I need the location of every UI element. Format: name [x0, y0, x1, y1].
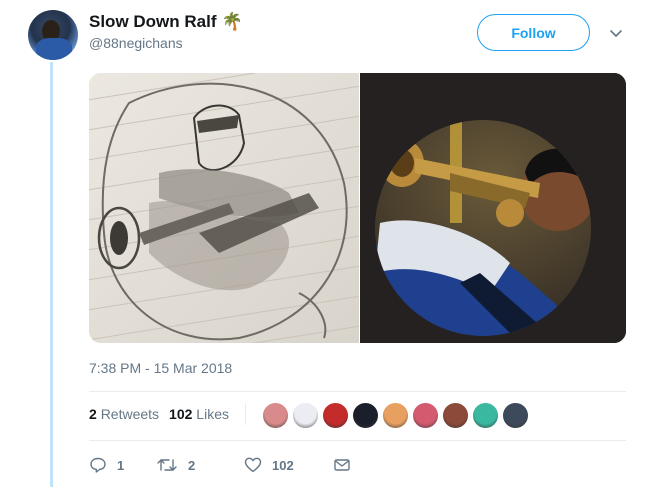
- likes-label: Likes: [196, 406, 229, 422]
- display-name-text: Slow Down Ralf: [89, 12, 217, 31]
- trumpet-player-illustration: [359, 73, 626, 343]
- direct-message-button[interactable]: [333, 456, 351, 474]
- liker-avatar-2[interactable]: [292, 402, 319, 429]
- reply-button[interactable]: 1: [89, 456, 156, 474]
- sketch-illustration: [89, 73, 359, 343]
- likes-stat[interactable]: 102 Likes: [169, 406, 229, 425]
- likes-count: 102: [169, 406, 193, 422]
- user-handle[interactable]: @88negichans: [89, 35, 243, 51]
- liker-avatar-3[interactable]: [322, 402, 349, 429]
- tweet-stats: 2 Retweets 102 Likes: [89, 403, 250, 425]
- reply-count: 1: [117, 457, 125, 473]
- likers-avatars: [262, 402, 529, 429]
- liker-avatar-5[interactable]: [382, 402, 409, 429]
- like-count: 102: [272, 457, 294, 473]
- media-grid: [89, 73, 626, 343]
- liker-avatar-4[interactable]: [352, 402, 379, 429]
- stats-separator: [244, 403, 246, 425]
- retweet-button[interactable]: 2: [156, 456, 244, 474]
- like-button[interactable]: 102: [244, 456, 333, 474]
- liker-avatar-8[interactable]: [472, 402, 499, 429]
- retweets-stat[interactable]: 2 Retweets: [89, 406, 159, 425]
- avatar-body: [36, 38, 72, 60]
- trumpet-player-photo[interactable]: [359, 73, 626, 343]
- display-name[interactable]: Slow Down Ralf 🌴: [89, 12, 243, 32]
- retweet-count: 2: [188, 457, 196, 473]
- sketch-photo[interactable]: [89, 73, 359, 343]
- retweets-label: Retweets: [100, 406, 160, 422]
- palm-tree-emoji: 🌴: [221, 12, 243, 31]
- tweet-timestamp[interactable]: 7:38 PM - 15 Mar 2018: [89, 360, 232, 376]
- retweet-icon: [157, 459, 177, 471]
- heart-icon: [244, 457, 262, 473]
- avatar[interactable]: [28, 10, 78, 60]
- liker-avatar-9[interactable]: [502, 402, 529, 429]
- follow-button[interactable]: Follow: [477, 14, 590, 51]
- liker-avatar-1[interactable]: [262, 402, 289, 429]
- chevron-down-icon[interactable]: [607, 24, 625, 42]
- liker-avatar-6[interactable]: [412, 402, 439, 429]
- user-info: Slow Down Ralf 🌴 @88negichans: [89, 12, 243, 51]
- divider-bottom: [89, 440, 626, 441]
- reply-icon: [90, 457, 106, 473]
- envelope-icon: [334, 459, 350, 471]
- tweet-actions: 1 2 102: [89, 456, 351, 474]
- liker-avatar-7[interactable]: [442, 402, 469, 429]
- divider-top: [89, 391, 626, 392]
- thread-line: [50, 62, 53, 487]
- retweets-count: 2: [89, 406, 97, 422]
